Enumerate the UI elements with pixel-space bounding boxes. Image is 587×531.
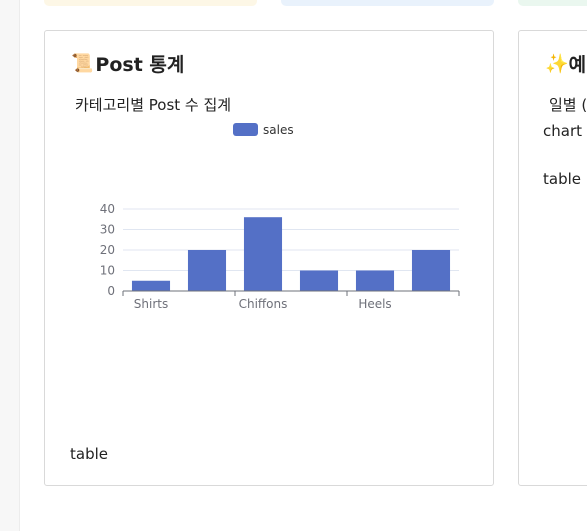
bar-pants[interactable] xyxy=(299,270,339,292)
dashboard-page: 📜 Post 통계 카테고리별 Post 수 집계 sales 0 10 20 30 4… xyxy=(0,0,587,531)
bar-socks[interactable] xyxy=(411,250,451,291)
table-placeholder: table xyxy=(70,445,108,463)
y-tick-label: 30 xyxy=(100,223,115,237)
card-title: 📜 Post 통계 xyxy=(71,50,184,77)
side-chart-placeholder: chart xyxy=(543,122,582,140)
card-title-text: Post 통계 xyxy=(95,54,185,76)
bar-chiffons[interactable] xyxy=(243,217,283,291)
bar-heels[interactable] xyxy=(355,270,395,292)
chart-bars xyxy=(131,217,451,292)
sparkles-icon: ✨ xyxy=(545,53,569,75)
bar-chart: sales 0 10 20 30 40 Shirts Chiffons Heels xyxy=(100,123,460,311)
side-card-title: ✨ 예 xyxy=(545,50,586,77)
bar-cardigans[interactable] xyxy=(187,250,227,291)
card-top-edge-3 xyxy=(518,0,587,6)
y-tick-label: 40 xyxy=(100,202,115,216)
chart-legend[interactable]: sales xyxy=(233,123,294,137)
x-tick-label: Chiffons xyxy=(239,297,288,311)
side-card: ✨ 예 일별 ( chart table xyxy=(518,30,587,486)
side-card-title-text: 예 xyxy=(568,54,587,76)
y-tick-label: 10 xyxy=(100,264,115,278)
chart-grid xyxy=(123,208,459,271)
x-tick-label: Shirts xyxy=(134,297,168,311)
y-tick-label: 20 xyxy=(100,243,115,257)
y-axis-ticks: 0 10 20 30 40 xyxy=(100,202,115,298)
card-top-edge-2 xyxy=(281,0,494,6)
x-axis: Shirts Chiffons Heels xyxy=(122,290,460,311)
side-card-subtitle: 일별 ( xyxy=(549,96,587,114)
scroll-icon: 📜 xyxy=(71,53,94,74)
bar-shirts[interactable] xyxy=(131,280,171,291)
card-top-edge-1 xyxy=(44,0,257,6)
legend-label: sales xyxy=(263,123,294,137)
y-tick-label: 0 xyxy=(107,284,115,298)
left-rail xyxy=(0,0,20,531)
legend-swatch xyxy=(233,123,258,136)
side-table-placeholder: table xyxy=(543,170,581,188)
x-tick-label: Heels xyxy=(358,297,391,311)
post-stats-card: 📜 Post 통계 카테고리별 Post 수 집계 sales 0 10 20 30 4… xyxy=(44,30,494,486)
chart-subtitle: 카테고리별 Post 수 집계 xyxy=(75,96,232,114)
